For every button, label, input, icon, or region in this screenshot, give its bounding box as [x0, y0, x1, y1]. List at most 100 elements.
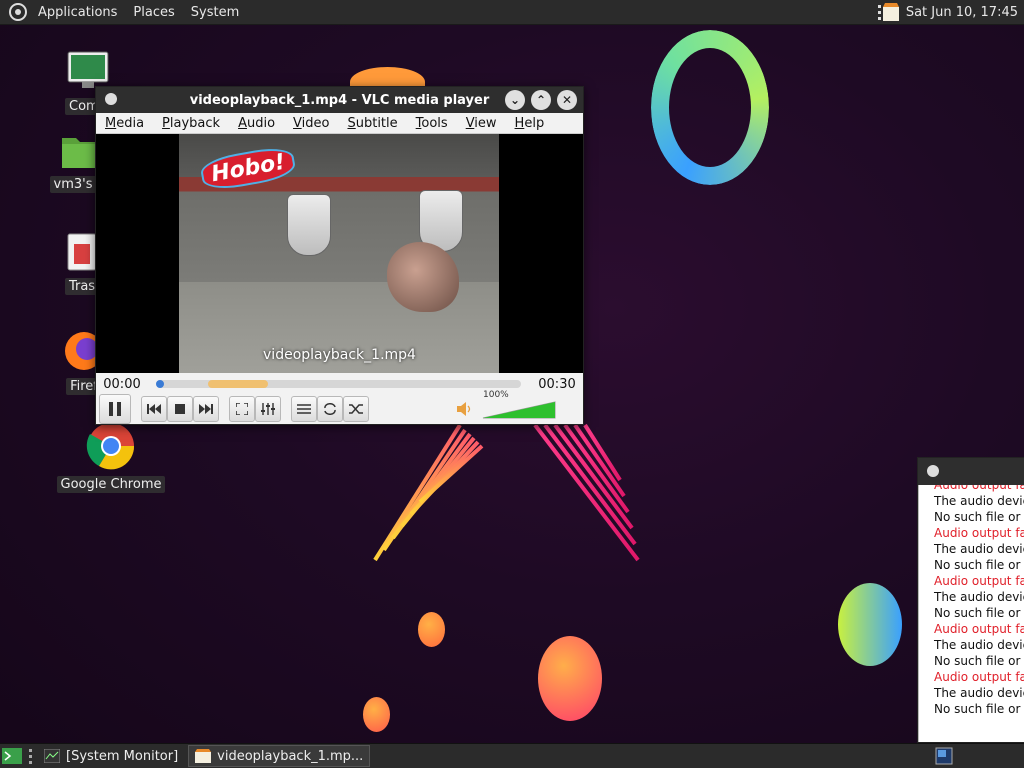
pause-button[interactable]	[99, 394, 131, 424]
extended-settings-button[interactable]	[255, 396, 281, 422]
video-osd-filename: videoplayback_1.mp4	[263, 347, 416, 363]
distro-logo-icon[interactable]	[8, 2, 28, 22]
speaker-icon[interactable]	[457, 402, 475, 416]
time-elapsed[interactable]: 00:00	[96, 377, 148, 392]
video-logo: Hobo!	[198, 144, 298, 193]
menu-video[interactable]: Video	[284, 116, 338, 131]
seek-row: 00:00 00:30	[96, 374, 583, 394]
wallpaper-ring	[651, 30, 769, 185]
maximize-button[interactable]: ⌃	[531, 90, 551, 110]
message-line: The audio device	[934, 542, 1024, 556]
message-line: No such file or d	[934, 558, 1024, 572]
messages-log[interactable]: Audio output fai The audio device No such …	[918, 485, 1024, 742]
seek-buffer	[208, 380, 268, 388]
places-menu[interactable]: Places	[125, 0, 182, 25]
window-buttons: ⌄ ⌃ ✕	[505, 90, 577, 110]
vlc-task-icon	[195, 749, 212, 763]
wallpaper-bubble	[838, 583, 902, 666]
message-line: No such file or d	[934, 510, 1024, 524]
time-total[interactable]: 00:30	[531, 377, 583, 392]
desktop-icon-label: Tras	[64, 278, 100, 295]
video-scene-urinal	[287, 194, 331, 256]
message-line: Audio output fai	[934, 485, 1024, 492]
task-label: [System Monitor]	[66, 748, 179, 764]
applications-menu[interactable]: Applications	[30, 0, 125, 25]
message-line: Audio output fai	[934, 622, 1024, 636]
video-scene-figure	[387, 242, 459, 312]
message-line: Audio output fai	[934, 526, 1024, 540]
fullscreen-button[interactable]	[229, 396, 255, 422]
volume-control[interactable]: 100%	[457, 390, 561, 420]
message-line: The audio device	[934, 590, 1024, 604]
wallpaper-bubble	[363, 697, 390, 732]
vlc-window: videoplayback_1.mp4 - VLC media player ⌄…	[95, 86, 584, 425]
vlc-tray-icon[interactable]	[877, 2, 900, 23]
minimize-button[interactable]: ⌄	[505, 90, 525, 110]
shuffle-icon	[349, 404, 363, 414]
desktop-icon-label: Google Chrome	[56, 476, 166, 493]
video-area[interactable]: Hobo! videoplayback_1.mp4	[96, 134, 583, 373]
message-line: The audio device	[934, 686, 1024, 700]
next-button[interactable]	[193, 396, 219, 422]
show-desktop-icon[interactable]	[2, 747, 22, 765]
pause-icon	[109, 402, 121, 416]
menu-view[interactable]: View	[457, 116, 506, 131]
close-button[interactable]: ✕	[557, 90, 577, 110]
video-frame: Hobo!	[179, 134, 499, 373]
fullscreen-icon	[236, 403, 248, 415]
wallpaper-stripes	[373, 423, 640, 562]
stop-icon	[175, 404, 185, 414]
wallpaper-bubble	[538, 636, 602, 721]
playlist-icon	[297, 404, 311, 414]
window-title: videoplayback_1.mp4 - VLC media player	[189, 92, 490, 108]
next-icon	[199, 404, 213, 414]
volume-slider[interactable]	[481, 400, 557, 420]
controls-row: 100%	[96, 390, 583, 424]
window-menu-icon[interactable]	[927, 465, 939, 477]
menu-playback[interactable]: Playback	[153, 116, 229, 131]
message-line: Audio output fai	[934, 574, 1024, 588]
menu-media[interactable]: Media	[96, 116, 153, 131]
volume-percent: 100%	[483, 390, 509, 400]
menu-subtitle[interactable]: Subtitle	[338, 116, 406, 131]
trash-icon	[67, 233, 97, 271]
chrome-icon	[86, 423, 135, 470]
top-panel: Applications Places System Sat Jun 10, 1…	[0, 0, 1024, 25]
vlc-messages-window: Audio output fai The audio device No such …	[917, 457, 1024, 743]
workspace-switcher-icon[interactable]	[935, 747, 953, 765]
task-label: videoplayback_1.mp...	[217, 748, 364, 764]
taskbar-vlc[interactable]: videoplayback_1.mp...	[188, 745, 371, 767]
wallpaper-bubble	[418, 612, 445, 647]
loop-icon	[324, 403, 336, 415]
vlc-titlebar[interactable]: videoplayback_1.mp4 - VLC media player ⌄…	[96, 87, 583, 113]
system-menu[interactable]: System	[183, 0, 247, 25]
bottom-taskbar: [System Monitor] videoplayback_1.mp...	[0, 743, 1024, 768]
message-line: No such file or d	[934, 654, 1024, 668]
clock[interactable]: Sat Jun 10, 17:45	[906, 5, 1018, 20]
top-panel-tray: Sat Jun 10, 17:45	[877, 0, 1018, 25]
messages-list: Audio output fai The audio device No such …	[934, 485, 1024, 717]
window-menu-icon[interactable]	[105, 93, 117, 105]
messages-titlebar[interactable]	[918, 458, 1024, 485]
message-line: The audio device	[934, 494, 1024, 508]
taskbar-handle-icon	[29, 749, 32, 764]
message-line: No such file or d	[934, 606, 1024, 620]
taskbar-system-monitor[interactable]: [System Monitor]	[38, 745, 184, 767]
message-line: Audio output fai	[934, 670, 1024, 684]
system-monitor-icon	[44, 749, 60, 763]
menu-help[interactable]: Help	[506, 116, 554, 131]
message-line: No such file or d	[934, 702, 1024, 716]
menu-audio[interactable]: Audio	[229, 116, 284, 131]
previous-button[interactable]	[141, 396, 167, 422]
extended-settings-icon	[261, 403, 275, 415]
previous-icon	[147, 404, 161, 414]
message-line: The audio device	[934, 638, 1024, 652]
loop-button[interactable]	[317, 396, 343, 422]
playlist-button[interactable]	[291, 396, 317, 422]
shuffle-button[interactable]	[343, 396, 369, 422]
seek-handle[interactable]	[156, 380, 164, 388]
stop-button[interactable]	[167, 396, 193, 422]
menu-tools[interactable]: Tools	[407, 116, 457, 131]
desktop-icon-chrome[interactable]: Google Chrome	[56, 422, 166, 493]
seek-slider[interactable]	[156, 380, 521, 388]
